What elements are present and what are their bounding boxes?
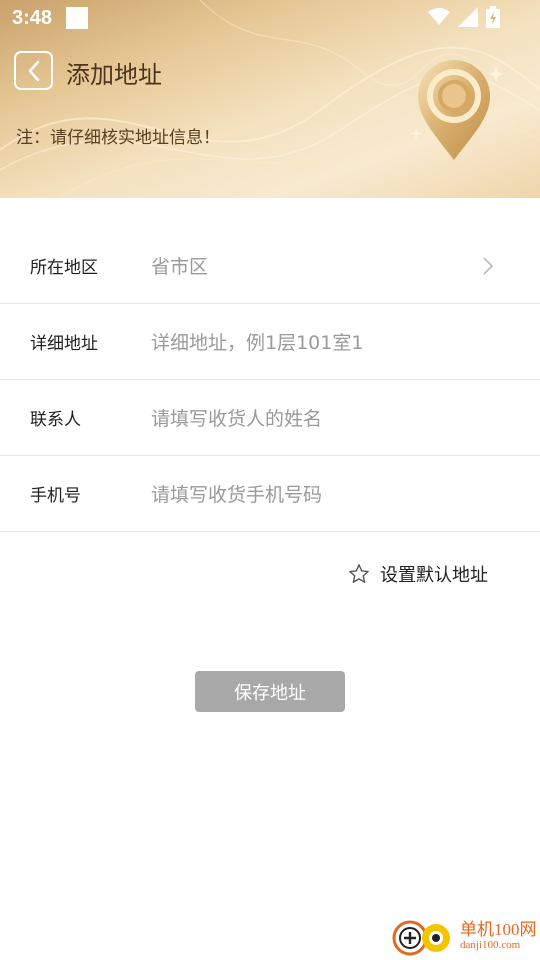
address-form: 所在地区 省市区 详细地址 详细地址，例1层101室1 联系人 请填写收货人的姓… xyxy=(0,228,540,532)
detail-address-label: 详细地址 xyxy=(30,334,98,354)
watermark-url: danji100.com xyxy=(460,939,521,951)
region-label: 所在地区 xyxy=(30,258,98,278)
region-row[interactable]: 所在地区 省市区 xyxy=(0,228,540,304)
verify-notice: 注：请仔细核实地址信息！ xyxy=(16,128,220,148)
back-button[interactable] xyxy=(14,51,53,90)
battery-charging-icon xyxy=(486,6,500,28)
chevron-left-icon xyxy=(28,60,39,81)
contact-row: 联系人 请填写收货人的姓名 xyxy=(0,380,540,456)
watermark-logo-icon xyxy=(392,920,450,956)
detail-address-input[interactable]: 详细地址，例1层101室1 xyxy=(151,328,363,355)
detail-address-row: 详细地址 详细地址，例1层101室1 xyxy=(0,304,540,380)
set-default-label: 设置默认地址 xyxy=(380,565,488,586)
signal-icon xyxy=(458,7,478,27)
location-pin-illustration xyxy=(410,60,504,160)
notification-icon xyxy=(66,7,89,29)
phone-row: 手机号 请填写收货手机号码 xyxy=(0,456,540,532)
wifi-icon xyxy=(428,8,450,25)
contact-label: 联系人 xyxy=(30,410,81,430)
region-value[interactable]: 省市区 xyxy=(151,252,208,279)
phone-input[interactable]: 请填写收货手机号码 xyxy=(151,480,322,507)
phone-label: 手机号 xyxy=(30,486,81,506)
watermark-name: 单机100网 xyxy=(460,920,537,939)
save-address-button[interactable]: 保存地址 xyxy=(195,671,345,712)
status-bar: 3:48 xyxy=(0,0,540,36)
star-outline-icon xyxy=(349,564,369,583)
set-default-toggle[interactable]: 设置默认地址 xyxy=(348,561,488,587)
page-title: 添加地址 xyxy=(66,62,162,89)
chevron-right-icon xyxy=(483,257,494,275)
header-banner: 3:48 添加地址 注：请仔细核实地址信息！ xyxy=(0,0,540,198)
status-time: 3:48 xyxy=(12,6,53,29)
contact-name-input[interactable]: 请填写收货人的姓名 xyxy=(151,404,322,431)
watermark: 单机100网 danji100.com xyxy=(390,916,537,956)
